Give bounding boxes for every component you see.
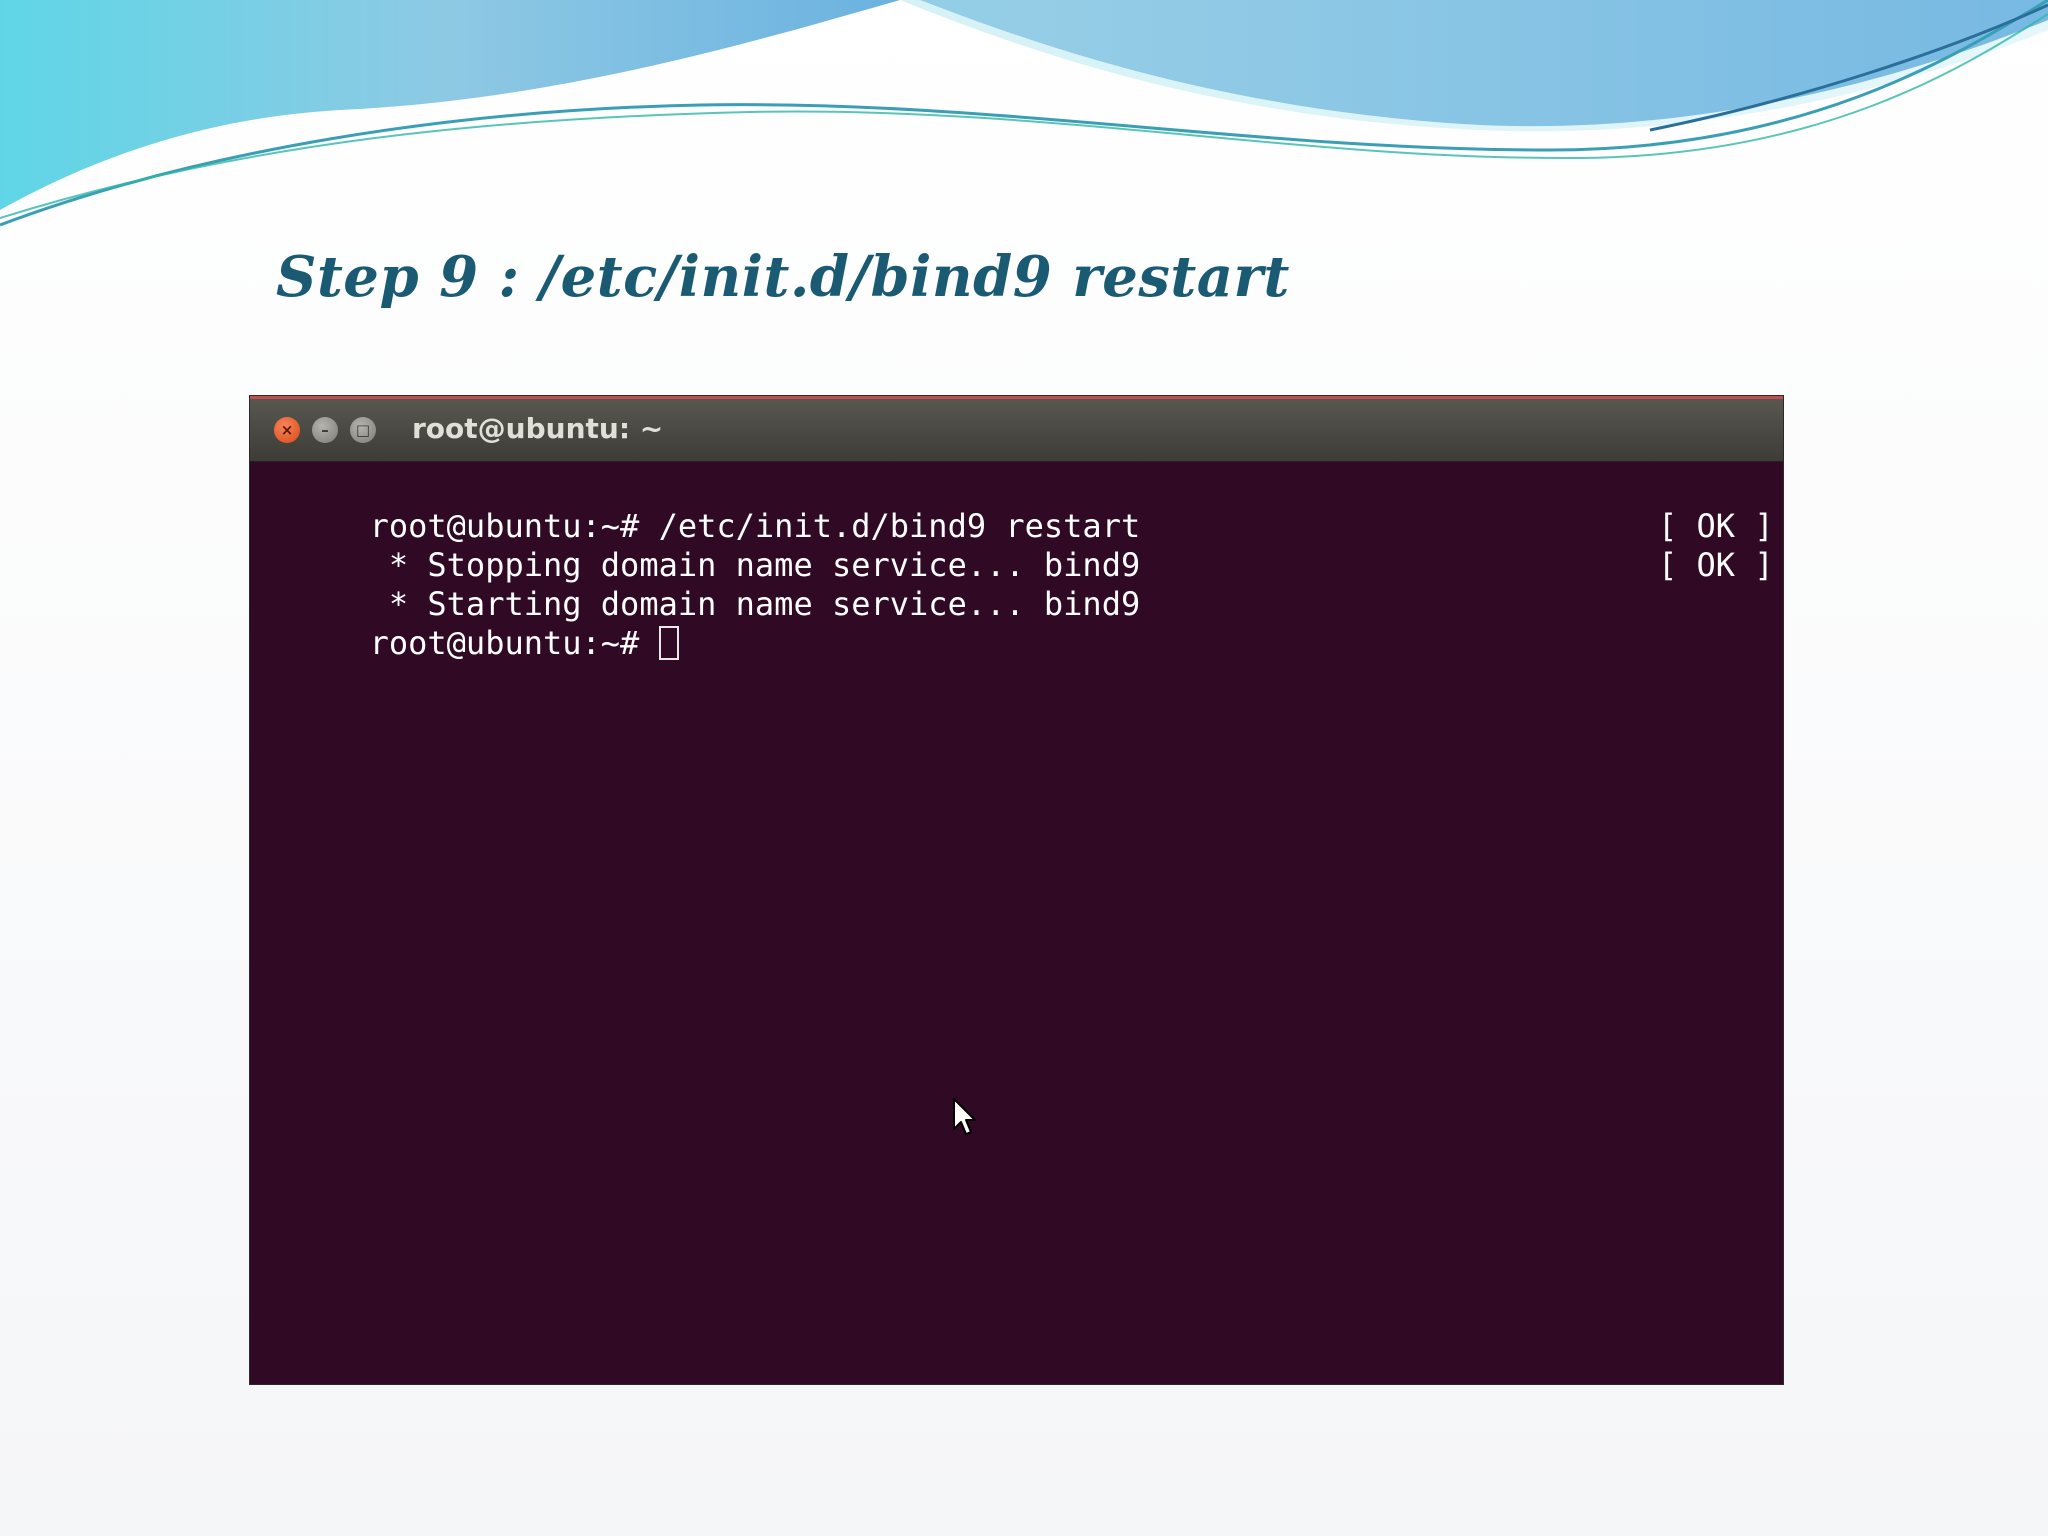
terminal-line: root@ubuntu:~# /etc/init.d/bind9 restart xyxy=(369,507,1141,545)
window-title: root@ubuntu: ~ xyxy=(412,412,664,445)
close-button[interactable]: × xyxy=(274,417,300,443)
terminal-titlebar[interactable]: × – □ root@ubuntu: ~ xyxy=(250,399,1783,462)
status-ok: [ OK ] xyxy=(1658,507,1774,545)
terminal-line: * Stopping domain name service... bind9 … xyxy=(369,507,1774,584)
maximize-button[interactable]: □ xyxy=(350,417,376,443)
terminal-prompt-line[interactable]: root@ubuntu:~# xyxy=(254,585,1783,662)
terminal-line: * Starting domain name service... bind9 … xyxy=(369,546,1774,623)
text-cursor xyxy=(658,626,679,660)
minimize-button[interactable]: – xyxy=(312,417,338,443)
mouse-pointer-icon xyxy=(953,1098,976,1135)
slide-title: Step 9 : /etc/init.d/bind9 restart xyxy=(276,244,1290,310)
close-icon: × xyxy=(280,420,294,439)
status-ok: [ OK ] xyxy=(1658,546,1774,584)
minimize-icon: – xyxy=(321,420,329,439)
maximize-icon: □ xyxy=(355,420,371,439)
header-wave-decoration xyxy=(0,0,2048,227)
terminal-output[interactable]: root@ubuntu:~# /etc/init.d/bind9 restart… xyxy=(250,462,1783,662)
terminal-window[interactable]: × – □ root@ubuntu: ~ root@ubuntu:~# /etc… xyxy=(250,396,1783,1384)
